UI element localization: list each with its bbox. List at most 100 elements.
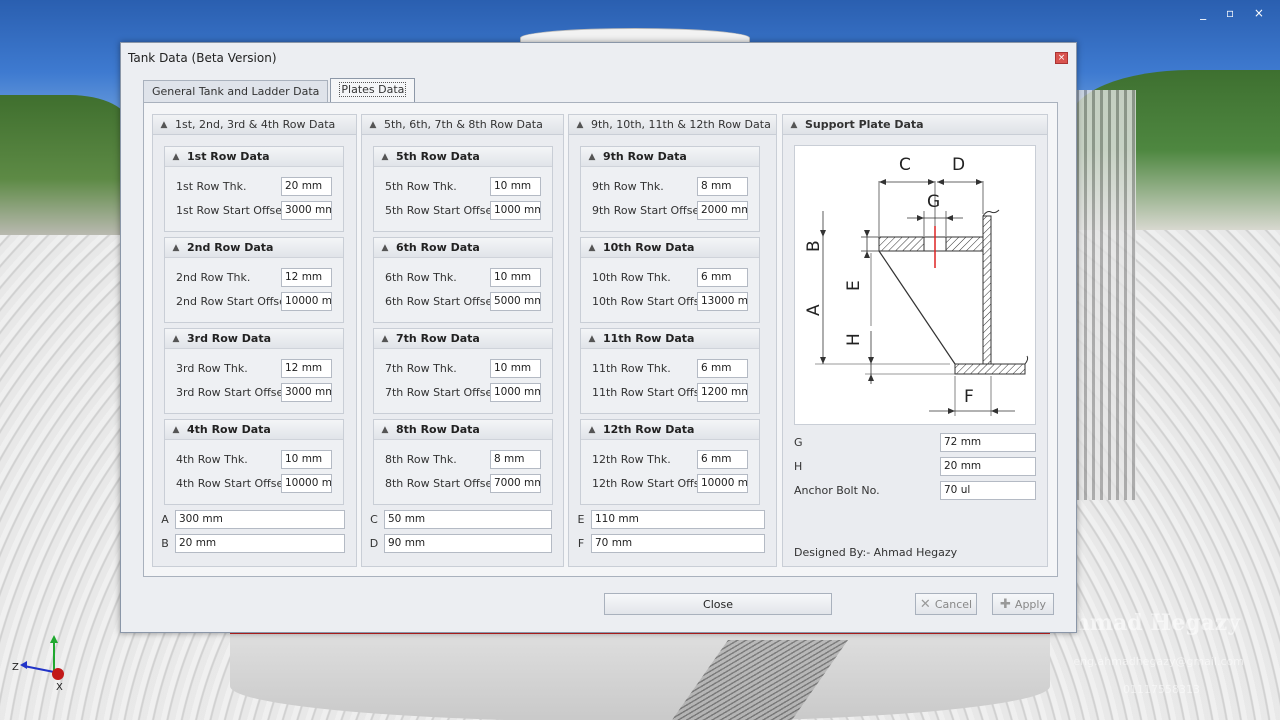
window-controls[interactable]: _ ▫ × bbox=[1200, 6, 1272, 20]
row-group-header[interactable]: ▲ 9th Row Data bbox=[581, 147, 759, 167]
row-group-header[interactable]: ▲ 2nd Row Data bbox=[165, 238, 343, 258]
row-group-title: 2nd Row Data bbox=[187, 241, 274, 254]
row-group-header[interactable]: ▲ 11th Row Data bbox=[581, 329, 759, 349]
collapse-chevron-icon[interactable]: ▲ bbox=[374, 243, 396, 253]
row-group: ▲ 1st Row Data 1st Row Thk. 20 mm 1st Row St… bbox=[164, 146, 344, 232]
row-group-header[interactable]: ▲ 3rd Row Data bbox=[165, 329, 343, 349]
collapse-chevron-icon[interactable]: ▲ bbox=[165, 243, 187, 253]
dialog-close-icon[interactable]: × bbox=[1055, 52, 1068, 64]
offset-input[interactable]: 10000 mr bbox=[281, 292, 332, 311]
collapse-chevron-icon[interactable]: ▲ bbox=[374, 152, 396, 162]
offset-input[interactable]: 2000 mm bbox=[697, 201, 748, 220]
diagram-label-a: A bbox=[804, 304, 824, 316]
diagram-label-f: F bbox=[964, 387, 974, 407]
offset-label: 7th Row Start Offset bbox=[385, 386, 497, 399]
row-group-header[interactable]: ▲ 8th Row Data bbox=[374, 420, 552, 440]
column-header[interactable]: ▲ 1st, 2nd, 3rd & 4th Row Data bbox=[153, 115, 356, 135]
row-data-column-3: ▲ 9th, 10th, 11th & 12th Row Data ▲ 9th Row… bbox=[568, 114, 777, 567]
dimension-input[interactable]: 50 mm bbox=[384, 510, 552, 529]
tab-general-tank-ladder[interactable]: General Tank and Ladder Data bbox=[143, 80, 329, 102]
collapse-chevron-icon[interactable]: ▲ bbox=[581, 425, 603, 435]
column-header[interactable]: ▲ 5th, 6th, 7th & 8th Row Data bbox=[362, 115, 563, 135]
offset-input[interactable]: 3000 mm bbox=[281, 201, 332, 220]
collapse-chevron-icon[interactable]: ▲ bbox=[362, 120, 384, 130]
thickness-input[interactable]: 6 mm bbox=[697, 359, 748, 378]
collapse-chevron-icon[interactable]: ▲ bbox=[374, 425, 396, 435]
collapse-chevron-icon[interactable]: ▲ bbox=[165, 425, 187, 435]
column-header[interactable]: ▲ 9th, 10th, 11th & 12th Row Data bbox=[569, 115, 776, 135]
dimension-field: B 20 mm bbox=[155, 534, 345, 553]
collapse-chevron-icon[interactable]: ▲ bbox=[153, 120, 175, 130]
row-group-header[interactable]: ▲ 1st Row Data bbox=[165, 147, 343, 167]
offset-input[interactable]: 13000 mr bbox=[697, 292, 748, 311]
row-group-header[interactable]: ▲ 10th Row Data bbox=[581, 238, 759, 258]
row-group-header[interactable]: ▲ 5th Row Data bbox=[374, 147, 552, 167]
thickness-input[interactable]: 6 mm bbox=[697, 268, 748, 287]
collapse-chevron-icon[interactable]: ▲ bbox=[165, 152, 187, 162]
column-title: 5th, 6th, 7th & 8th Row Data bbox=[384, 118, 543, 131]
dimension-input[interactable]: 110 mm bbox=[591, 510, 765, 529]
row-group-title: 6th Row Data bbox=[396, 241, 480, 254]
dimension-input[interactable]: 90 mm bbox=[384, 534, 552, 553]
support-plate-header[interactable]: ▲ Support Plate Data bbox=[783, 115, 1047, 135]
diagram-label-d: D bbox=[952, 155, 965, 175]
thickness-input[interactable]: 20 mm bbox=[281, 177, 332, 196]
dimension-input[interactable]: 20 mm bbox=[175, 534, 345, 553]
collapse-chevron-icon[interactable]: ▲ bbox=[581, 152, 603, 162]
row-group-header[interactable]: ▲ 6th Row Data bbox=[374, 238, 552, 258]
dimension-input[interactable]: 70 mm bbox=[591, 534, 765, 553]
dimension-letter: F bbox=[577, 537, 585, 550]
collapse-chevron-icon[interactable]: ▲ bbox=[569, 120, 591, 130]
h-input[interactable]: 20 mm bbox=[940, 457, 1036, 476]
collapse-chevron-icon[interactable]: ▲ bbox=[374, 334, 396, 344]
row-group-header[interactable]: ▲ 7th Row Data bbox=[374, 329, 552, 349]
thickness-input[interactable]: 8 mm bbox=[490, 450, 541, 469]
thickness-row: 11th Row Thk. 6 mm bbox=[592, 359, 748, 378]
thickness-input[interactable]: 12 mm bbox=[281, 268, 332, 287]
anchor-bolt-input[interactable]: 70 ul bbox=[940, 481, 1036, 500]
offset-input[interactable]: 5000 mm bbox=[490, 292, 541, 311]
dialog-title-bar: Tank Data (Beta Version) bbox=[121, 43, 1076, 73]
row-group-header[interactable]: ▲ 12th Row Data bbox=[581, 420, 759, 440]
offset-label: 5th Row Start Offset bbox=[385, 204, 497, 217]
dimension-field: A 300 mm bbox=[155, 510, 345, 529]
offset-row: 10th Row Start Offset 13000 mr bbox=[592, 292, 748, 311]
g-input[interactable]: 72 mm bbox=[940, 433, 1036, 452]
tab-strip: General Tank and Ladder Data Plates Data bbox=[143, 78, 417, 102]
thickness-row: 4th Row Thk. 10 mm bbox=[176, 450, 332, 469]
row-group: ▲ 12th Row Data 12th Row Thk. 6 mm 12th Row … bbox=[580, 419, 760, 505]
thickness-row: 3rd Row Thk. 12 mm bbox=[176, 359, 332, 378]
tab-plates-data[interactable]: Plates Data bbox=[330, 78, 416, 102]
collapse-chevron-icon[interactable]: ▲ bbox=[783, 120, 805, 130]
close-button[interactable]: Close bbox=[604, 593, 832, 615]
offset-input[interactable]: 1000 mm bbox=[490, 201, 541, 220]
offset-input[interactable]: 3000 mm bbox=[281, 383, 332, 402]
row-group-header[interactable]: ▲ 4th Row Data bbox=[165, 420, 343, 440]
thickness-input[interactable]: 10 mm bbox=[281, 450, 332, 469]
thickness-input[interactable]: 6 mm bbox=[697, 450, 748, 469]
offset-input[interactable]: 1200 mm bbox=[697, 383, 748, 402]
dialog-title: Tank Data (Beta Version) bbox=[128, 51, 277, 65]
offset-input[interactable]: 10000 mr bbox=[281, 474, 332, 493]
thickness-input[interactable]: 12 mm bbox=[281, 359, 332, 378]
dimension-input[interactable]: 300 mm bbox=[175, 510, 345, 529]
support-field-g: G 72 mm bbox=[794, 433, 1036, 452]
offset-row: 6th Row Start Offset 5000 mm bbox=[385, 292, 541, 311]
offset-input[interactable]: 7000 mm bbox=[490, 474, 541, 493]
thickness-input[interactable]: 8 mm bbox=[697, 177, 748, 196]
offset-label: 10th Row Start Offset bbox=[592, 295, 711, 308]
thickness-label: 7th Row Thk. bbox=[385, 362, 457, 375]
support-label-g: G bbox=[794, 436, 803, 449]
offset-input[interactable]: 1000 mm bbox=[490, 383, 541, 402]
collapse-chevron-icon[interactable]: ▲ bbox=[581, 334, 603, 344]
diagram-label-b: B bbox=[804, 240, 824, 252]
collapse-chevron-icon[interactable]: ▲ bbox=[581, 243, 603, 253]
offset-input[interactable]: 10000 mr bbox=[697, 474, 748, 493]
thickness-input[interactable]: 10 mm bbox=[490, 177, 541, 196]
apply-button[interactable]: ✚ Apply bbox=[992, 593, 1054, 615]
thickness-input[interactable]: 10 mm bbox=[490, 359, 541, 378]
thickness-input[interactable]: 10 mm bbox=[490, 268, 541, 287]
thickness-label: 4th Row Thk. bbox=[176, 453, 248, 466]
cancel-button[interactable]: ✕ Cancel bbox=[915, 593, 977, 615]
collapse-chevron-icon[interactable]: ▲ bbox=[165, 334, 187, 344]
